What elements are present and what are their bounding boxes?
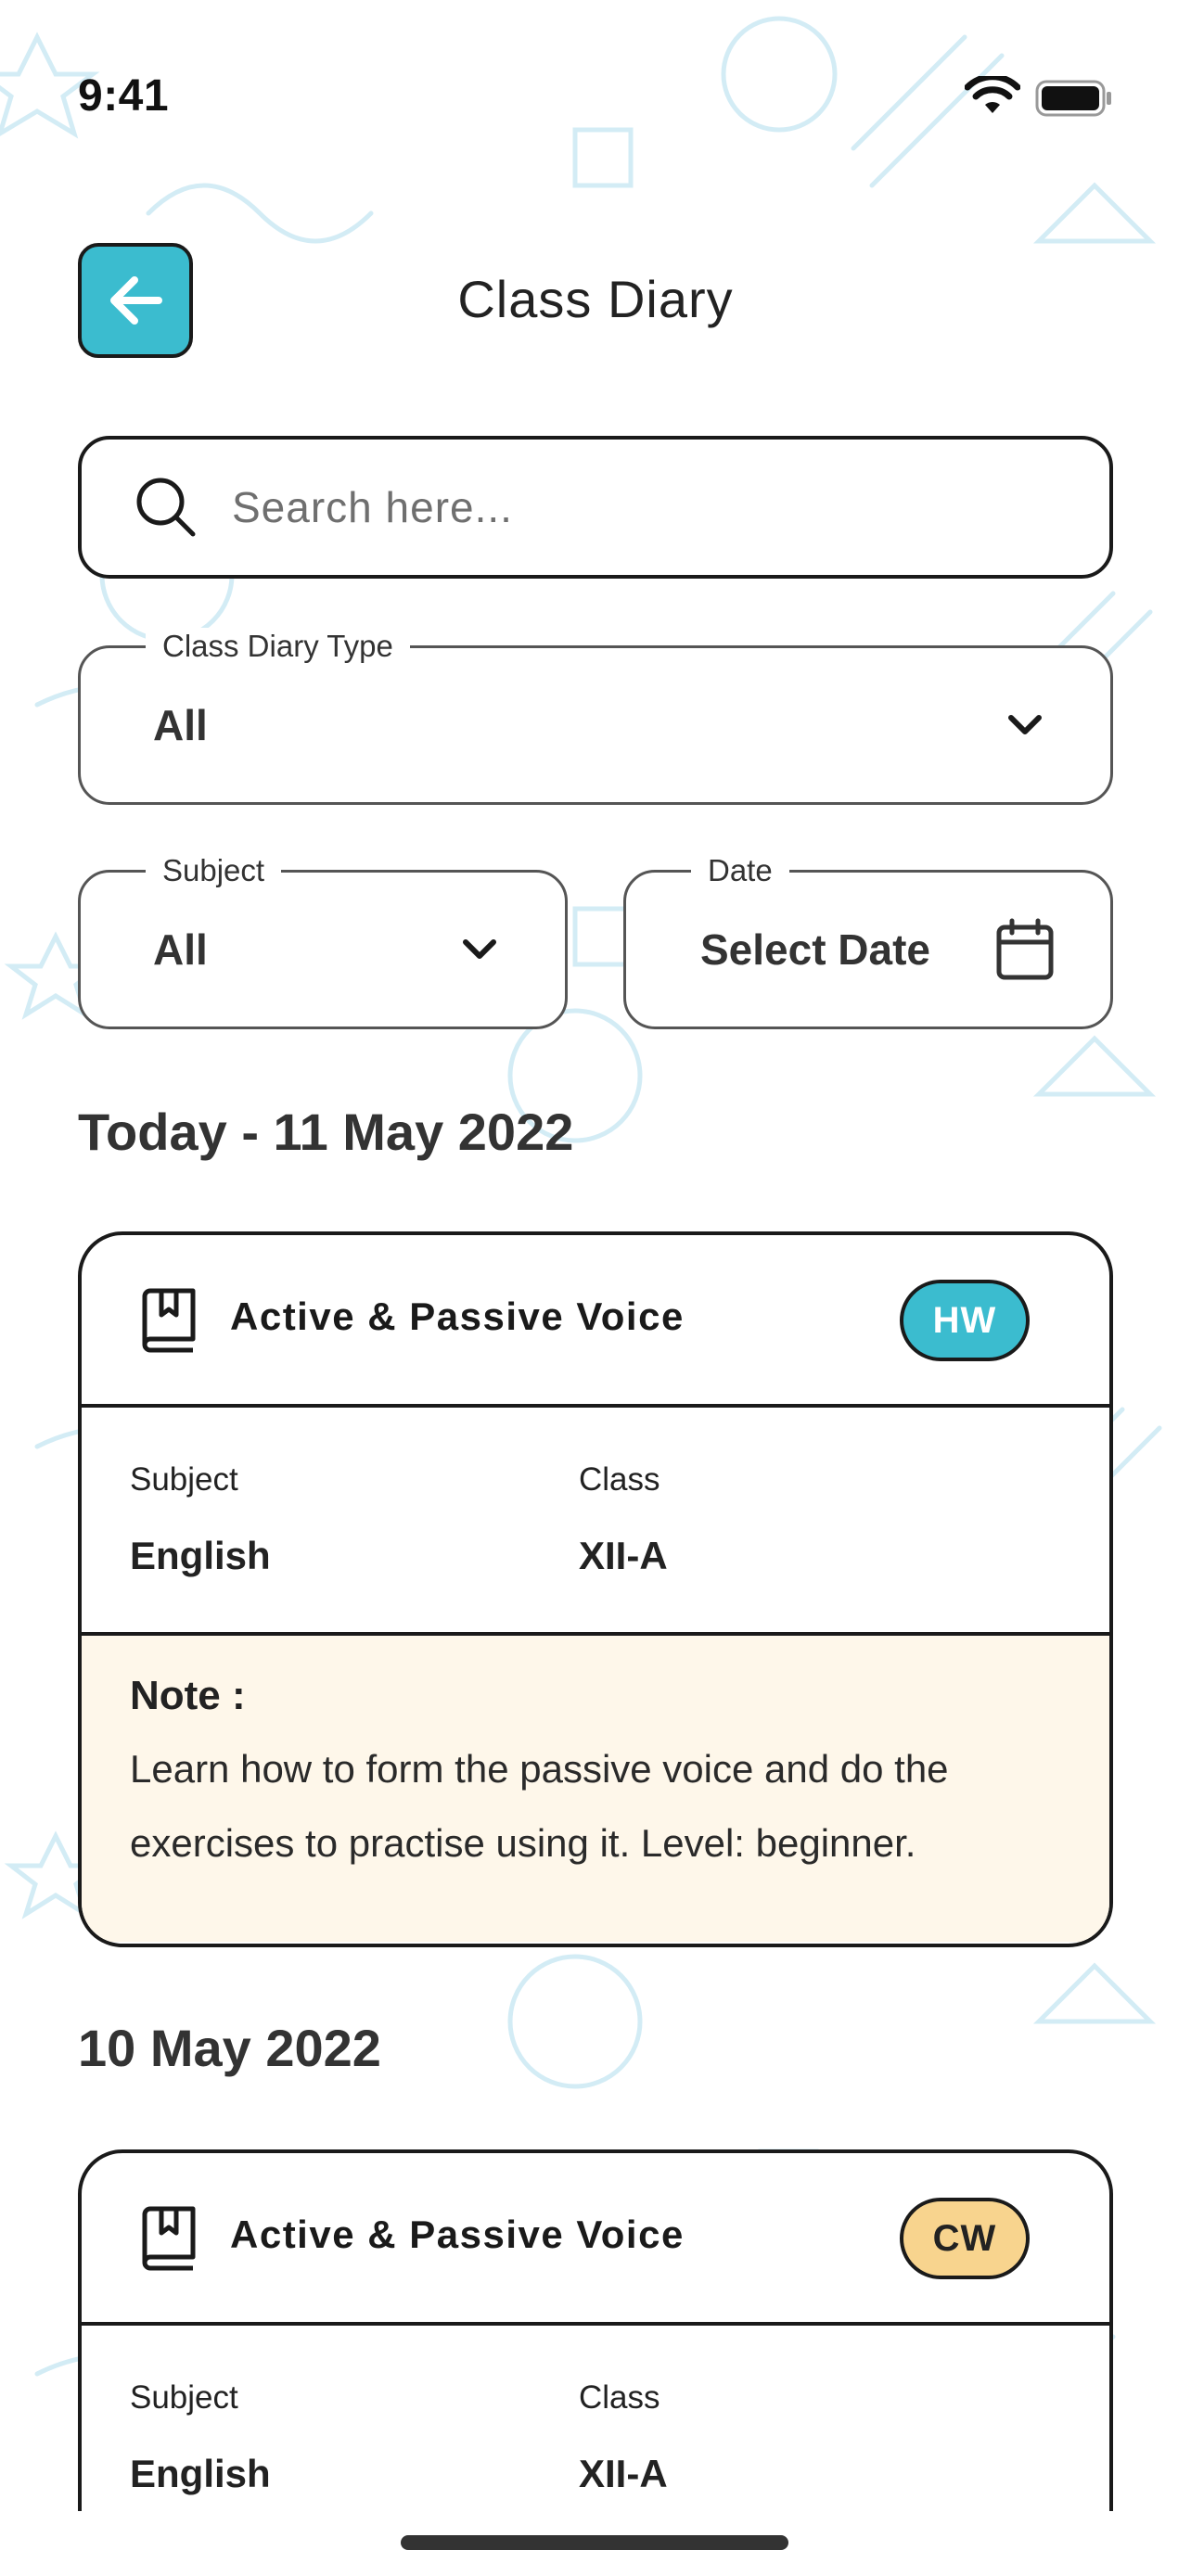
subject-value: English — [130, 2452, 271, 2495]
search-input[interactable] — [232, 482, 1067, 532]
chevron-down-icon — [1008, 715, 1042, 734]
note-label: Note : — [130, 1673, 246, 1718]
diary-entry-header: Active & Passive Voice CW — [82, 2153, 1109, 2326]
subject-value: English — [130, 1534, 271, 1577]
class-value: XII-A — [579, 2452, 668, 2495]
subject-filter-value: All — [153, 925, 208, 974]
section-heading: 10 May 2022 — [78, 2019, 381, 2077]
diary-entry-title: Active & Passive Voice — [230, 1294, 685, 1338]
book-icon — [142, 2206, 196, 2271]
diary-entry-details: Subject English Class XII-A — [82, 1408, 1109, 1636]
diary-entry-header: Active & Passive Voice HW — [82, 1235, 1109, 1408]
search-bar[interactable] — [78, 436, 1113, 579]
diary-entry-note: Note : Learn how to form the passive voi… — [82, 1636, 1109, 1942]
calendar-icon — [996, 918, 1054, 980]
subject-label: Subject — [130, 2379, 238, 2416]
section-heading: Today - 11 May 2022 — [78, 1103, 574, 1161]
status-time: 9:41 — [78, 71, 170, 121]
page-title: Class Diary — [457, 270, 734, 328]
search-icon — [136, 478, 196, 537]
class-diary-screen: 9:41 Class Diary Class Diary Type All — [0, 0, 1191, 2576]
classwork-badge: CW — [900, 2198, 1030, 2279]
subject-dropdown[interactable]: Subject All — [78, 852, 568, 1029]
class-diary-type-label: Class Diary Type — [146, 628, 410, 665]
chevron-down-icon — [463, 939, 496, 959]
subject-label: Subject — [130, 1461, 238, 1498]
class-value: XII-A — [579, 1534, 668, 1577]
class-label: Class — [579, 1461, 660, 1498]
date-picker[interactable]: Date Select Date — [623, 852, 1113, 1029]
diary-entry-card[interactable]: Active & Passive Voice HW Subject Englis… — [78, 1231, 1113, 1947]
date-filter-value: Select Date — [700, 925, 931, 974]
book-icon — [142, 1288, 196, 1353]
status-bar: 9:41 — [0, 0, 1191, 185]
class-diary-type-dropdown[interactable]: Class Diary Type All — [78, 628, 1113, 805]
homework-badge: HW — [900, 1280, 1030, 1361]
date-filter-label: Date — [691, 852, 789, 889]
subject-filter-label: Subject — [146, 852, 282, 889]
diary-entry-title: Active & Passive Voice — [230, 2213, 685, 2256]
class-diary-type-value: All — [153, 701, 208, 749]
battery-icon — [1035, 80, 1111, 117]
home-indicator[interactable] — [401, 2535, 788, 2550]
wifi-icon — [965, 76, 1020, 113]
class-label: Class — [579, 2379, 660, 2416]
note-text: Learn how to form the passive voice and … — [130, 1747, 949, 1865]
